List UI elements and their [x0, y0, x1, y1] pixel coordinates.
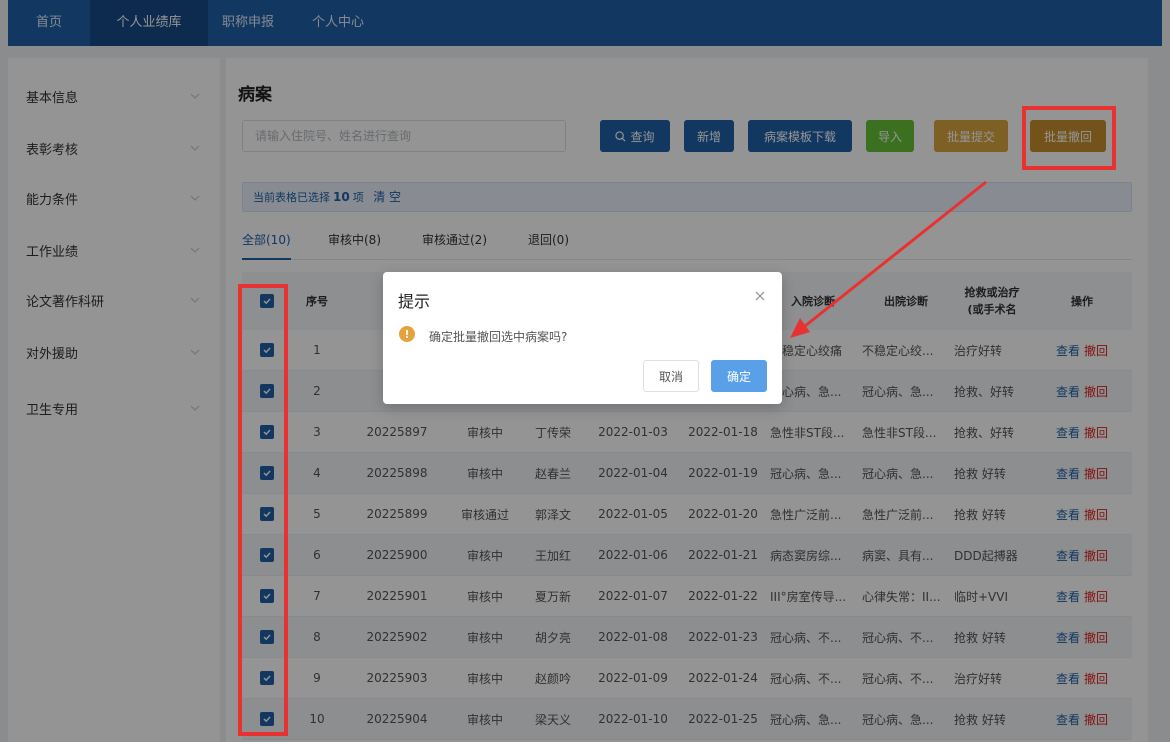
warning-icon: !	[399, 326, 415, 342]
annotation-box-batch-revoke	[1022, 106, 1116, 170]
confirm-button[interactable]: 确定	[711, 360, 767, 392]
confirm-dialog: 提示 ! 确定批量撤回选中病案吗? 取消 确定	[383, 272, 782, 404]
close-icon[interactable]	[754, 290, 766, 302]
annotation-box-checkboxes	[238, 284, 288, 736]
dialog-message: 确定批量撤回选中病案吗?	[429, 330, 568, 344]
cancel-button[interactable]: 取消	[643, 360, 699, 392]
dialog-title: 提示	[398, 292, 431, 311]
